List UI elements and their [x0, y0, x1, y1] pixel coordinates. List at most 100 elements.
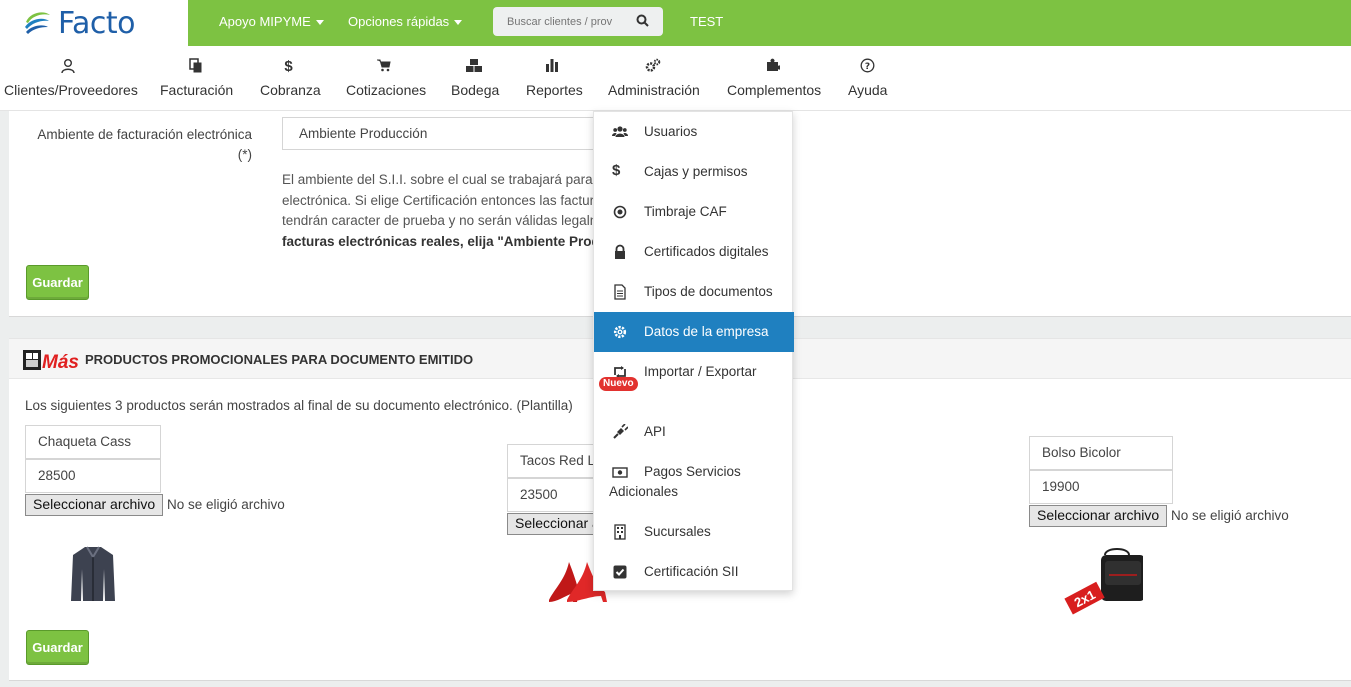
search-input[interactable] — [493, 15, 623, 28]
cart-icon — [346, 58, 422, 78]
menu-ayuda[interactable]: ? Ayuda — [848, 46, 887, 111]
menu-clientes-proveedores[interactable]: Clientes/Proveedores — [4, 46, 138, 111]
test-link[interactable]: TEST — [690, 14, 723, 29]
menu-label: Reportes — [526, 82, 583, 98]
menu-administracion[interactable]: Administración — [608, 46, 700, 111]
dropdown-item-cajas-permisos[interactable]: $ Cajas y permisos — [594, 152, 794, 192]
dropdown-item-api[interactable]: API — [594, 412, 794, 452]
menu-label: Bodega — [451, 82, 500, 98]
product-name-input[interactable]: Tacos Red Li — [507, 444, 605, 478]
required-marker: (*) — [237, 147, 252, 162]
search-icon[interactable] — [636, 14, 649, 27]
product-price-input[interactable]: 28500 — [25, 459, 161, 493]
promo-title: PRODUCTOS PROMOCIONALES PARA DOCUMENTO E… — [85, 352, 474, 367]
menu-label: Ayuda — [848, 82, 888, 98]
file-select-button[interactable]: Seleccionar archivo — [1029, 505, 1168, 527]
building-icon — [614, 524, 626, 540]
save-button[interactable]: Guardar — [26, 265, 89, 300]
help-line: El ambiente del S.I.I. sobre el cual se … — [282, 172, 602, 187]
dropdown-item-label: API — [644, 424, 666, 439]
dropdown-item-label: Timbraje CAF — [644, 204, 727, 219]
caret-down-icon — [454, 20, 463, 26]
product-price-input[interactable]: 23500 — [507, 478, 605, 512]
menu-facturacion[interactable]: Facturación — [160, 46, 234, 111]
question-icon: ? — [848, 58, 887, 78]
dropdown-item-label: Certificados digitales — [644, 244, 769, 259]
dropdown-item-label-line2: Adicionales — [609, 484, 679, 499]
menu-label: Facturación — [160, 82, 234, 98]
brand-name: Facto — [58, 5, 136, 41]
menu-bodega[interactable]: Bodega — [451, 46, 500, 111]
checkbox-icon — [613, 565, 627, 579]
opciones-rapidas-menu[interactable]: Opciones rápidas — [348, 14, 463, 29]
menu-cotizaciones[interactable]: Cotizaciones — [346, 46, 427, 111]
promo-description: Los siguientes 3 productos serán mostrad… — [25, 398, 573, 413]
dropdown-item-label: Importar / Exportar — [644, 364, 757, 379]
menu-complementos[interactable]: Complementos — [727, 46, 822, 111]
dropdown-item-datos-empresa[interactable]: Datos de la empresa — [594, 312, 794, 352]
product-name-input[interactable]: Chaqueta Cass — [25, 425, 161, 459]
money-icon — [612, 467, 628, 478]
dollar-icon: $ — [612, 162, 621, 179]
dropdown-item-pagos-servicios[interactable]: Pagos Servicios Adicionales — [594, 452, 794, 512]
boxes-icon — [451, 58, 496, 78]
opciones-rapidas-label: Opciones rápidas — [348, 14, 450, 29]
product-name-input[interactable]: Bolso Bicolor — [1029, 436, 1173, 470]
jacket-image — [71, 546, 115, 601]
facto-logo-icon — [25, 12, 50, 34]
help-line: electrónica. Si elige Certificación ento… — [282, 192, 602, 208]
file-status: No se eligió archivo — [167, 497, 285, 512]
user-icon — [4, 58, 131, 78]
dropdown-item-usuarios[interactable]: Usuarios — [594, 112, 794, 152]
bar-chart-icon — [526, 58, 578, 78]
menu-label: Complementos — [727, 82, 822, 98]
dropdown-item-tipos-documentos[interactable]: Tipos de documentos — [594, 272, 794, 312]
ambiente-label: Ambiente de facturación electrónica (*) — [9, 125, 252, 165]
search-box — [493, 7, 663, 36]
dropdown-item-certificados[interactable]: Certificados digitales — [594, 232, 794, 272]
menu-reportes[interactable]: Reportes — [526, 46, 583, 111]
mas-logo-icon: Más — [23, 350, 79, 372]
top-bar: Facto Apoyo MIPYME Opciones rápidas TEST — [0, 0, 1351, 46]
dropdown-item-label: Tipos de documentos — [644, 284, 773, 299]
puzzle-icon — [727, 58, 818, 78]
svg-text:?: ? — [865, 62, 870, 72]
menu-label: Administración — [608, 82, 700, 98]
dropdown-item-importar-exportar[interactable]: Nuevo Importar / Exportar — [594, 352, 794, 392]
menu-label: Cobranza — [260, 82, 321, 98]
ambiente-help-text: El ambiente del S.I.I. sobre el cual se … — [282, 170, 602, 252]
apoyo-mipyme-menu[interactable]: Apoyo MIPYME — [219, 14, 324, 29]
dropdown-item-label: Cajas y permisos — [644, 164, 748, 179]
logo[interactable]: Facto — [0, 0, 188, 46]
mas-logo-text: Más — [42, 352, 79, 372]
dropdown-item-label: Certificación SII — [644, 564, 739, 579]
dropdown-item-sucursales[interactable]: Sucursales — [594, 512, 794, 552]
file-icon — [614, 284, 626, 300]
dropdown-item-timbraje-caf[interactable]: Timbraje CAF — [594, 192, 794, 232]
administracion-dropdown: Usuarios $ Cajas y permisos Timbraje CAF… — [593, 111, 794, 592]
help-line-bold: facturas electrónicas reales, elija "Amb… — [282, 233, 602, 249]
dropdown-item-label: Usuarios — [644, 124, 698, 139]
bag-image: 2x1 — [1064, 548, 1143, 615]
menu-label: Cotizaciones — [346, 82, 427, 98]
save-button[interactable]: Guardar — [26, 630, 89, 665]
ambiente-label-text: Ambiente de facturación electrónica — [37, 127, 252, 142]
file-select-button[interactable]: Seleccionar a — [507, 513, 605, 535]
caret-down-icon — [315, 20, 324, 26]
lock-icon — [615, 244, 625, 259]
dropdown-item-certificacion-sii[interactable]: Certificación SII — [594, 552, 794, 592]
gear-icon — [613, 325, 627, 339]
users-icon — [612, 126, 628, 137]
gears-icon — [608, 58, 698, 78]
dropdown-item-label: Datos de la empresa — [644, 324, 769, 339]
plug-icon — [613, 424, 628, 439]
documents-icon — [160, 58, 231, 78]
new-badge: Nuevo — [599, 377, 638, 391]
menu-cobranza[interactable]: $ Cobranza — [260, 46, 321, 111]
file-select-button[interactable]: Seleccionar archivo — [25, 494, 164, 516]
dropdown-item-label: Pagos Servicios — [644, 464, 741, 479]
dollar-icon: $ — [284, 58, 293, 75]
target-icon — [613, 205, 627, 219]
ambiente-select[interactable]: Ambiente Producción — [282, 117, 602, 150]
product-price-input[interactable]: 19900 — [1029, 470, 1173, 504]
